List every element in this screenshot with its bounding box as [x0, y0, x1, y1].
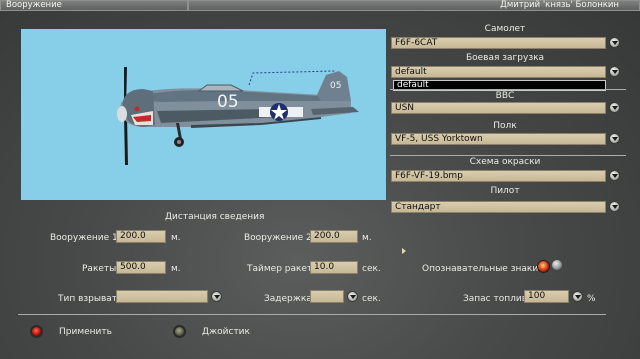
loadout-label: Боевая загрузка	[465, 53, 545, 63]
window-title: Вооружение	[6, 0, 62, 10]
fuze-dropdown-icon[interactable]	[211, 291, 222, 302]
joystick-label[interactable]: Джойстик	[202, 327, 250, 337]
aircraft-image: 05 05	[117, 67, 359, 165]
fuel-dropdown-icon[interactable]	[572, 291, 583, 302]
markings-label: Опознавательные знаки:	[422, 264, 542, 274]
airforce-label: ВВС	[495, 91, 515, 101]
weapons1-label: Вооружение 1:	[50, 233, 121, 243]
regiment-select[interactable]: VF-5, USS Yorktown	[391, 133, 606, 145]
fuze-select[interactable]	[116, 290, 208, 303]
titlebar-left: Вооружение	[0, 0, 188, 11]
loadout-select[interactable]: default	[391, 66, 606, 78]
delay-select[interactable]	[310, 290, 344, 303]
delay-dropdown-icon[interactable]	[347, 291, 358, 302]
weapons1-input[interactable]: 200.0	[116, 230, 166, 243]
aircraft-label: Самолет	[484, 24, 526, 34]
skin-dropdown-icon[interactable]	[609, 170, 620, 181]
convergence-title: Дистанция сведения	[165, 212, 265, 222]
rocket-timer-unit: сек.	[362, 264, 381, 274]
apply-label[interactable]: Применить	[59, 327, 112, 337]
rockets-unit: м.	[171, 264, 181, 274]
delay-unit: сек.	[362, 294, 381, 304]
pilot-dropdown-icon[interactable]	[609, 201, 620, 212]
play-arrow-icon	[402, 248, 406, 254]
joystick-button[interactable]	[173, 325, 186, 338]
titlebar-right: Дмитрий 'князь' Болонкин	[188, 0, 640, 11]
footer-divider	[18, 314, 606, 315]
divider	[390, 155, 626, 156]
divider	[390, 89, 626, 90]
rocket-timer-label: Таймер ракет:	[247, 264, 316, 274]
aircraft-preview: 05 05	[21, 29, 386, 200]
weapons2-label: Вооружение 2:	[244, 233, 315, 243]
player-name: Дмитрий 'князь' Болонкин	[500, 0, 619, 10]
pilot-select[interactable]: Стандарт	[391, 201, 606, 213]
fuze-label: Тип взрыват.:	[58, 294, 123, 304]
weapons1-unit: м.	[171, 233, 181, 243]
delay-label: Задержка:	[264, 294, 315, 304]
markings-knob-icon[interactable]	[552, 260, 562, 270]
loadout-dropdown-icon[interactable]	[609, 66, 620, 77]
fuselage-number: 05	[217, 92, 239, 112]
rocket-timer-input[interactable]: 10.0	[310, 261, 358, 274]
weapons2-input[interactable]: 200.0	[310, 230, 358, 243]
regiment-dropdown-icon[interactable]	[609, 133, 620, 144]
aircraft-dropdown-icon[interactable]	[609, 37, 620, 48]
rockets-input[interactable]: 500.0	[116, 261, 166, 274]
apply-button[interactable]	[30, 325, 43, 338]
weapons2-unit: м.	[362, 233, 372, 243]
aircraft-select[interactable]: F6F-6CAT	[391, 37, 606, 49]
tail-number: 05	[330, 81, 341, 91]
rockets-label: Ракеты	[82, 264, 117, 274]
airforce-select[interactable]: USN	[391, 102, 606, 114]
skin-select[interactable]: F6F-VF-19.bmp	[391, 170, 606, 182]
fuel-label: Запас топлива	[463, 294, 533, 304]
markings-toggle[interactable]	[537, 260, 550, 273]
regiment-label: Полк	[493, 121, 517, 131]
fuel-unit: %	[587, 294, 596, 304]
skin-label: Схема окраски	[469, 157, 541, 167]
pilot-label: Пилот	[490, 186, 520, 196]
airforce-dropdown-icon[interactable]	[609, 102, 620, 113]
fuel-select[interactable]: 100	[524, 290, 569, 303]
